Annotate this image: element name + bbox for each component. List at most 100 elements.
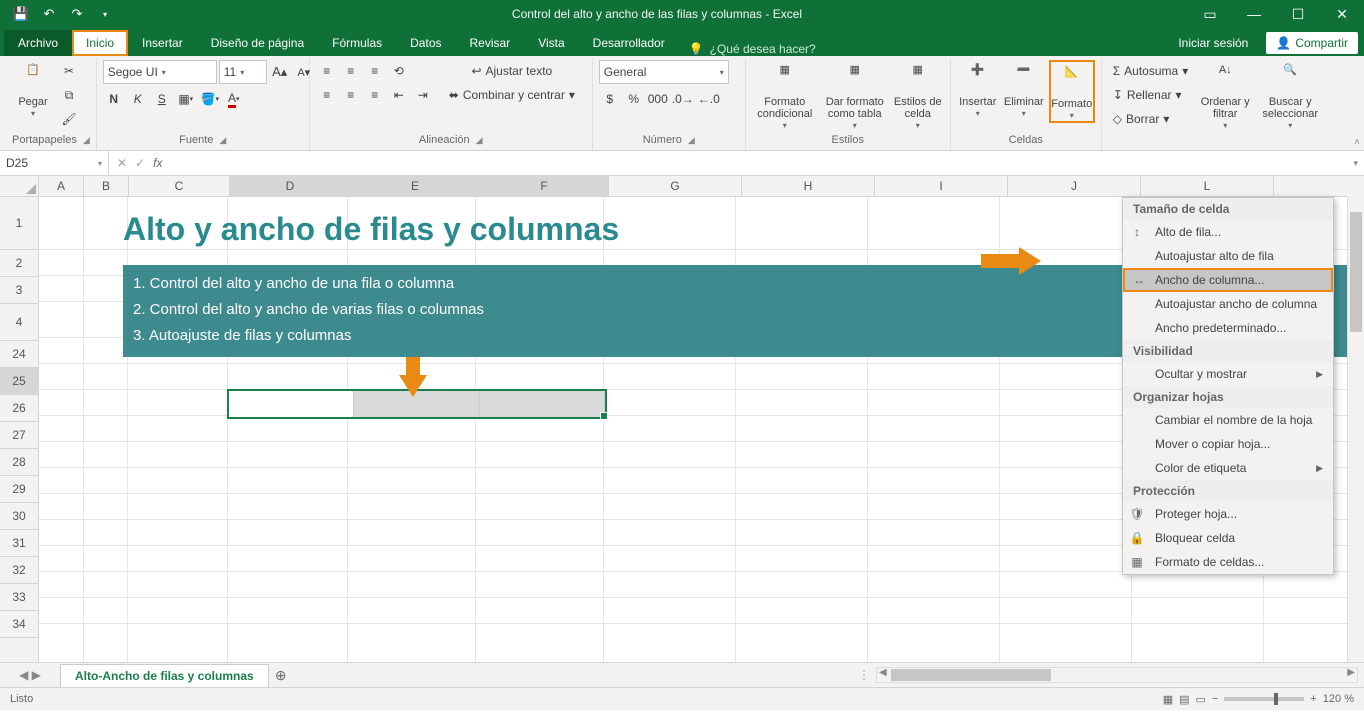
increase-indent-icon[interactable]: ⇥ [412,84,434,106]
find-select-button[interactable]: 🔍Buscar y seleccionar▾ [1257,60,1323,131]
undo-icon[interactable]: ↶ [36,2,62,26]
autosum-button[interactable]: ΣAutosuma▾ [1108,60,1193,82]
align-left-icon[interactable]: ≡ [316,84,338,106]
horizontal-scrollbar[interactable]: ◀ ▶ [876,667,1358,683]
view-normal-icon[interactable]: ▦ [1163,693,1173,706]
menu-hide-show[interactable]: Ocultar y mostrar▶ [1123,362,1333,386]
row-header[interactable]: 3 [0,277,38,304]
menu-autofit-col[interactable]: Autoajustar ancho de columna [1123,292,1333,316]
fill-button[interactable]: ↧Rellenar▾ [1108,84,1193,106]
vertical-scrollbar[interactable] [1347,196,1364,662]
col-header[interactable]: E [351,176,480,196]
row-header[interactable]: 1 [0,197,38,250]
tell-me[interactable]: 💡 ¿Qué desea hacer? [689,42,816,56]
insert-button[interactable]: ➕Insertar▾ [957,60,999,119]
menu-column-width[interactable]: ↔Ancho de columna... [1123,268,1333,292]
comma-icon[interactable]: 000 [647,88,669,110]
percent-icon[interactable]: % [623,88,645,110]
menu-tab-color[interactable]: Color de etiqueta▶ [1123,456,1333,480]
increase-decimal-icon[interactable]: .0→ [671,88,695,110]
zoom-out-icon[interactable]: − [1212,693,1218,705]
row-header[interactable]: 24 [0,341,38,368]
format-painter-icon[interactable]: 🖌 [58,108,80,130]
row-header[interactable]: 30 [0,503,38,530]
font-color-icon[interactable]: A▾ [223,88,245,110]
number-format-combo[interactable]: General▾ [599,60,729,84]
minimize-icon[interactable]: — [1232,0,1276,28]
tab-desarrollador[interactable]: Desarrollador [579,30,679,56]
menu-format-cells[interactable]: ▦Formato de celdas... [1123,550,1333,574]
format-table-button[interactable]: ▦Dar formato como tabla▾ [822,60,888,131]
align-middle-icon[interactable]: ≡ [340,60,362,82]
paste-button[interactable]: 📋 Pegar ▾ [12,60,54,119]
align-center-icon[interactable]: ≡ [340,84,362,106]
clear-button[interactable]: ◇Borrar▾ [1108,108,1193,130]
share-button[interactable]: 👤 Compartir [1266,32,1358,54]
cells-area[interactable]: Alto y ancho de filas y columnas 1. Cont… [39,197,1364,662]
qat-customize-icon[interactable]: ▾ [92,2,118,26]
col-header[interactable]: H [742,176,875,196]
zoom-in-icon[interactable]: + [1310,693,1316,705]
cell-styles-button[interactable]: ▦Estilos de celda▾ [892,60,944,131]
tab-insertar[interactable]: Insertar [128,30,197,56]
save-icon[interactable]: 💾 [8,2,34,26]
orientation-icon[interactable]: ⟲ [388,60,410,82]
tab-datos[interactable]: Datos [396,30,455,56]
sheet-tab-active[interactable]: Alto-Ancho de filas y columnas [60,664,269,687]
currency-icon[interactable]: $ [599,88,621,110]
menu-autofit-row[interactable]: Autoajustar alto de fila [1123,244,1333,268]
tab-file[interactable]: Archivo [4,30,72,56]
new-sheet-button[interactable]: ⊕ [269,667,293,684]
col-header[interactable]: G [609,176,742,196]
col-header[interactable]: B [84,176,129,196]
cancel-formula-icon[interactable]: ✕ [117,156,127,170]
worksheet-grid[interactable]: A B C D E F G H I J L 1 2 3 4 24 25 26 2… [0,176,1364,662]
cut-icon[interactable]: ✂ [58,60,80,82]
delete-button[interactable]: ➖Eliminar▾ [1003,60,1045,119]
copy-icon[interactable]: ⧉ [58,84,80,106]
menu-move-copy[interactable]: Mover o copiar hoja... [1123,432,1333,456]
underline-button[interactable]: S [151,88,173,110]
row-header[interactable]: 34 [0,611,38,638]
enter-formula-icon[interactable]: ✓ [135,156,145,170]
row-header[interactable]: 25 [0,368,38,395]
dialog-launcher-icon[interactable]: ◢ [688,135,695,146]
row-header[interactable]: 26 [0,395,38,422]
format-button[interactable]: 📐Formato▾ [1049,60,1095,123]
fill-color-icon[interactable]: 🪣▾ [199,88,221,110]
tab-revisar[interactable]: Revisar [456,30,525,56]
row-header[interactable]: 29 [0,476,38,503]
maximize-icon[interactable]: ☐ [1276,0,1320,28]
row-header[interactable]: 31 [0,530,38,557]
redo-icon[interactable]: ↷ [64,2,90,26]
col-header[interactable]: A [39,176,84,196]
conditional-format-button[interactable]: ▦Formato condicional▾ [752,60,818,131]
col-header[interactable]: F [480,176,609,196]
row-header[interactable]: 27 [0,422,38,449]
sign-in[interactable]: Iniciar sesión [1164,30,1262,56]
col-header[interactable]: L [1141,176,1274,196]
decrease-decimal-icon[interactable]: ←.0 [697,88,721,110]
zoom-slider[interactable] [1224,697,1304,701]
zoom-level[interactable]: 120 % [1323,693,1354,705]
align-bottom-icon[interactable]: ≡ [364,60,386,82]
view-break-icon[interactable]: ▭ [1196,693,1206,706]
col-header[interactable]: J [1008,176,1141,196]
menu-default-width[interactable]: Ancho predeterminado... [1123,316,1333,340]
col-header[interactable]: C [129,176,230,196]
col-header[interactable]: I [875,176,1008,196]
expand-formula-bar-icon[interactable]: ▾ [1347,158,1364,169]
align-right-icon[interactable]: ≡ [364,84,386,106]
row-header[interactable]: 4 [0,304,38,341]
row-header[interactable]: 32 [0,557,38,584]
ribbon-options-icon[interactable]: ▭ [1188,0,1232,28]
align-top-icon[interactable]: ≡ [316,60,338,82]
dialog-launcher-icon[interactable]: ◢ [219,135,226,146]
sort-filter-button[interactable]: A↓Ordenar y filtrar▾ [1197,60,1253,131]
tab-inicio[interactable]: Inicio [72,30,128,56]
view-layout-icon[interactable]: ▤ [1179,693,1189,706]
decrease-indent-icon[interactable]: ⇤ [388,84,410,106]
name-box[interactable]: D25▾ [0,151,109,175]
menu-row-height[interactable]: ↕Alto de fila... [1123,220,1333,244]
italic-button[interactable]: K [127,88,149,110]
